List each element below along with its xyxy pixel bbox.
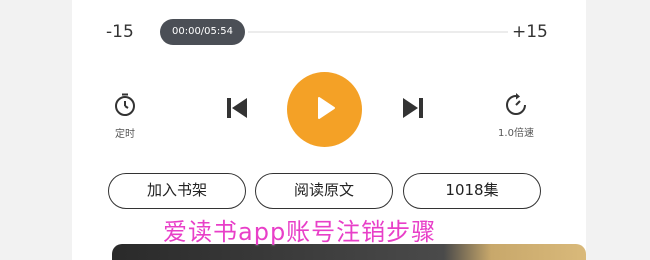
previous-button[interactable]: [224, 95, 250, 121]
play-button[interactable]: [287, 72, 362, 147]
play-icon: [312, 95, 338, 125]
timer-label: 定时: [115, 129, 135, 140]
skip-forward-button[interactable]: +15: [512, 22, 548, 42]
previous-icon: [224, 95, 250, 125]
skip-back-button[interactable]: -15: [106, 22, 134, 42]
timer-icon: [112, 92, 138, 122]
speed-label: 1.0倍速: [498, 128, 534, 139]
progress-thumb-time[interactable]: 00:00/05:54: [160, 19, 245, 45]
timer-button[interactable]: 定时: [110, 92, 140, 140]
watermark-caption: 爱读书app账号注销步骤: [163, 218, 437, 246]
progress-track[interactable]: [248, 31, 508, 33]
read-original-button[interactable]: 阅读原文: [255, 173, 393, 209]
next-button[interactable]: [400, 95, 426, 121]
speed-button[interactable]: 1.0倍速: [496, 93, 536, 139]
next-icon: [400, 95, 426, 125]
speed-icon: [504, 93, 528, 121]
episodes-button[interactable]: 1018集: [403, 173, 541, 209]
add-to-shelf-button[interactable]: 加入书架: [108, 173, 246, 209]
